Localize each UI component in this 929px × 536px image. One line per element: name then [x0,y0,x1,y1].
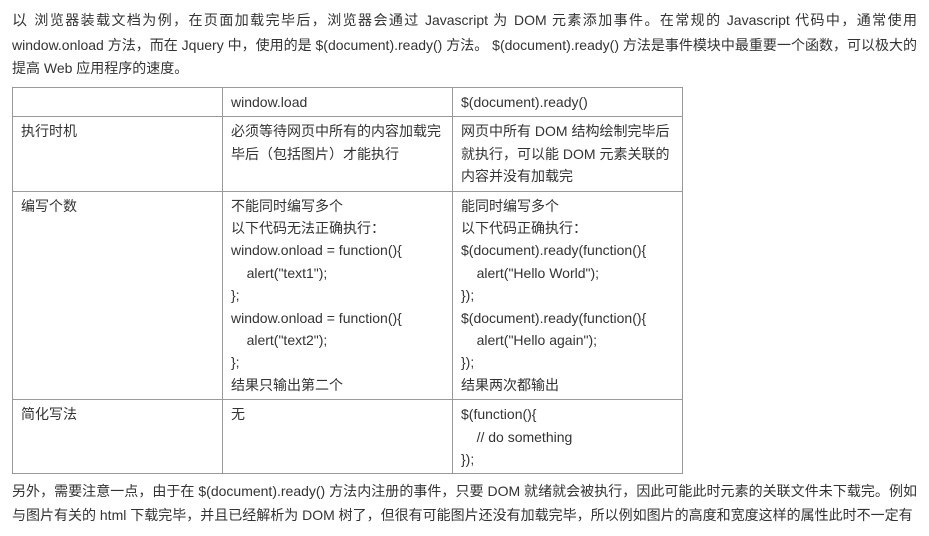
cell-count-c2: 能同时编写多个以下代码正确执行：$(document).ready(functi… [453,191,683,400]
code-line: alert("text1"); [231,262,444,284]
code-line: window.onload = function(){ [231,239,444,261]
code-line: }; [231,284,444,306]
code-line: 以下代码无法正确执行： [231,217,444,239]
table-row: 执行时机 必须等待网页中所有的内容加载完毕后（包括图片）才能执行 网页中所有 D… [13,117,683,191]
cell-timing-c1: 必须等待网页中所有的内容加载完毕后（包括图片）才能执行 [223,117,453,191]
intro-paragraph: 以浏览器装载文档为例，在页面加载完毕后，浏览器会通过 Javascript 为 … [12,8,917,81]
code-line: alert("text2"); [231,329,444,351]
code-line: $(document).ready(function(){ [461,307,674,329]
code-line: 结果只输出第二个 [231,374,444,396]
code-line: }; [231,351,444,373]
code-line: $(document).ready(function(){ [461,239,674,261]
code-line: }); [461,284,674,306]
footer-paragraph: 另外，需要注意一点，由于在 $(document).ready() 方法内注册的… [12,480,917,528]
table-row: 简化写法 无 $(function(){ // do something}); [13,400,683,474]
comparison-table: window.load $(document).ready() 执行时机 必须等… [12,87,683,474]
code-line: $(function(){ [461,403,674,425]
code-line: 不能同时编写多个 [231,195,444,217]
code-line: alert("Hello again"); [461,329,674,351]
cell-short-c2: $(function(){ // do something}); [453,400,683,474]
header-cell-documentready: $(document).ready() [453,88,683,117]
intro-text: 浏览器装载文档为例，在页面加载完毕后，浏览器会通过 Javascript 为 D… [12,12,917,76]
code-line: alert("Hello World"); [461,262,674,284]
row-label-short: 简化写法 [13,400,223,474]
cell-count-c1: 不能同时编写多个以下代码无法正确执行：window.onload = funct… [223,191,453,400]
header-cell-windowload: window.load [223,88,453,117]
code-line: 能同时编写多个 [461,195,674,217]
code-line: }); [461,351,674,373]
cell-short-c1: 无 [223,400,453,474]
cell-timing-c2: 网页中所有 DOM 结构绘制完毕后就执行，可以能 DOM 元素关联的内容并没有加… [453,117,683,191]
code-line: // do something [461,426,674,448]
header-cell-empty [13,88,223,117]
code-line: 以下代码正确执行： [461,217,674,239]
code-line: 结果两次都输出 [461,374,674,396]
row-label-count: 编写个数 [13,191,223,400]
code-line: }); [461,448,674,470]
row-label-timing: 执行时机 [13,117,223,191]
table-row: window.load $(document).ready() [13,88,683,117]
code-line: window.onload = function(){ [231,307,444,329]
table-row: 编写个数 不能同时编写多个以下代码无法正确执行：window.onload = … [13,191,683,400]
drop-cap: 以 [12,12,28,29]
